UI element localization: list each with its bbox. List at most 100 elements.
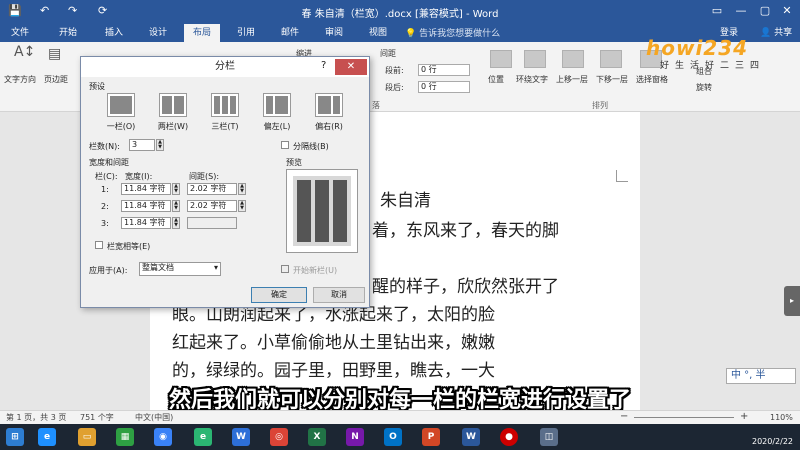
bring-forward-label[interactable]: 上移一层 [556, 74, 588, 85]
preset-right[interactable]: 偏右(R) [309, 93, 349, 132]
equal-width-label: 栏宽相等(E) [107, 242, 151, 251]
tab-view[interactable]: 视图 [360, 24, 396, 42]
wrap-text-icon[interactable] [524, 50, 546, 68]
position-icon[interactable] [490, 50, 512, 68]
wrap-text-label[interactable]: 环绕文字 [516, 74, 548, 85]
dialog-close-button[interactable]: ✕ [335, 59, 367, 75]
tab-review[interactable]: 审阅 [316, 24, 352, 42]
maximize-button[interactable]: ▢ [754, 2, 776, 20]
paragraph-group-label: 落 [372, 101, 380, 110]
preview-label: 预览 [286, 158, 302, 167]
row-1-width-spinner[interactable]: ▲ ▼ [172, 183, 180, 195]
preview-columns [293, 176, 351, 246]
text-direction-icon[interactable]: A↕ [14, 44, 35, 60]
baidu-icon[interactable]: ◉ [154, 428, 172, 446]
num-columns-spinner[interactable]: ▲ ▼ [156, 139, 164, 151]
position-label[interactable]: 位置 [488, 74, 504, 85]
row-2-col: 2: [101, 202, 109, 211]
equal-width-checkbox[interactable] [95, 241, 103, 249]
preset-two-label: 两栏(W) [157, 122, 189, 131]
wps-icon[interactable]: W [232, 428, 250, 446]
brand-logo: howi234 [646, 36, 749, 60]
store-icon[interactable]: ▦ [116, 428, 134, 446]
onenote-icon[interactable]: N [346, 428, 364, 446]
explorer-icon[interactable]: ▭ [78, 428, 96, 446]
margins-icon[interactable]: ▤ [48, 46, 61, 62]
share-button[interactable]: 👤 共享 [760, 24, 792, 42]
tab-layout[interactable]: 布局 [184, 24, 220, 42]
tab-file[interactable]: 文件 [2, 24, 38, 42]
tab-design[interactable]: 设计 [140, 24, 176, 42]
tell-me-text: 告诉我您想要做什么 [419, 29, 501, 39]
rotate-label[interactable]: 旋转 [696, 82, 712, 93]
row-2-spacing-input[interactable]: 2.02 字符 [187, 200, 237, 212]
preset-one-column[interactable]: 一栏(O) [101, 93, 141, 132]
outlook-icon[interactable]: O [384, 428, 402, 446]
close-button[interactable]: ✕ [776, 2, 798, 20]
margins-label[interactable]: 页边距 [44, 74, 68, 85]
ribbon-options-icon[interactable]: ▭ [706, 2, 728, 20]
row-1-width-input[interactable]: 11.84 字符 [121, 183, 171, 195]
window-title: 春 朱自清（栏宽）.docx [兼容模式] - Word [301, 9, 499, 20]
app-icon[interactable]: ◫ [540, 428, 558, 446]
record-icon[interactable]: ● [500, 428, 518, 446]
start-icon[interactable]: ⊞ [6, 428, 24, 446]
zoom-level[interactable]: 110% [770, 411, 793, 425]
tab-insert[interactable]: 插入 [96, 24, 132, 42]
selection-pane-label[interactable]: 选择窗格 [636, 74, 668, 85]
doc-author: 朱自清 [380, 191, 431, 211]
row-3-width-input[interactable]: 11.84 字符 [121, 217, 171, 229]
right-column-icon [315, 93, 343, 117]
before-input[interactable]: 0 行 [418, 64, 470, 76]
ie-green-icon[interactable]: e [194, 428, 212, 446]
cancel-button[interactable]: 取消 [313, 287, 365, 303]
row-2-width-input[interactable]: 11.84 字符 [121, 200, 171, 212]
new-column-checkbox [281, 265, 289, 273]
row-2-spacing-spinner[interactable]: ▲ ▼ [238, 200, 246, 212]
language[interactable]: 中文(中国) [135, 411, 173, 425]
line-between-checkbox[interactable] [281, 141, 289, 149]
row-3-width-spinner[interactable]: ▲ ▼ [172, 217, 180, 229]
text-direction-label[interactable]: 文字方向 [4, 74, 36, 85]
powerpoint-icon[interactable]: P [422, 428, 440, 446]
zoom-out-icon[interactable]: − [620, 410, 628, 424]
word-icon[interactable]: W [462, 428, 480, 446]
chrome-icon[interactable]: ◎ [270, 428, 288, 446]
width-spacing-label: 宽度和间距 [89, 158, 129, 167]
side-panel-toggle[interactable]: ▸ [784, 286, 800, 316]
send-backward-label[interactable]: 下移一层 [596, 74, 628, 85]
preset-three-columns[interactable]: 三栏(T) [205, 93, 245, 132]
ie-icon[interactable]: e [38, 428, 56, 446]
excel-icon[interactable]: X [308, 428, 326, 446]
three-columns-icon [211, 93, 239, 117]
row-1-spacing-spinner[interactable]: ▲ ▼ [238, 183, 246, 195]
doc-line-4: 红起来了。小草偷偷地从土里钻出来，嫩嫩 [172, 333, 495, 353]
num-columns-input[interactable]: 3 [129, 139, 155, 151]
after-input[interactable]: 0 行 [418, 81, 470, 93]
share-label: 共享 [774, 28, 793, 38]
word-count[interactable]: 751 个字 [80, 411, 114, 425]
preset-left[interactable]: 偏左(L) [257, 93, 297, 132]
zoom-in-icon[interactable]: + [740, 410, 748, 424]
row-1-spacing-input[interactable]: 2.02 字符 [187, 183, 237, 195]
doc-line-5: 的，绿绿的。园子里，田野里，瞧去，一大 [172, 361, 495, 381]
tab-home[interactable]: 开始 [50, 24, 86, 42]
bring-forward-icon[interactable] [562, 50, 584, 68]
tab-mailings[interactable]: 邮件 [272, 24, 308, 42]
tell-me-box[interactable]: 💡 告诉我您想要做什么 [405, 26, 500, 39]
minimize-button[interactable]: — [730, 2, 752, 20]
col-header: 栏(C): [95, 172, 118, 181]
apply-to-select[interactable]: 整篇文档 ▾ [139, 262, 221, 276]
ok-button[interactable]: 确定 [251, 287, 307, 303]
preset-one-label: 一栏(O) [106, 122, 136, 131]
row-2-width-spinner[interactable]: ▲ ▼ [172, 200, 180, 212]
preset-two-columns[interactable]: 两栏(W) [153, 93, 193, 132]
zoom-slider[interactable] [634, 417, 734, 418]
page-count[interactable]: 第 1 页，共 3 页 [6, 411, 66, 425]
new-column-label: 开始新栏(U) [293, 266, 338, 275]
tab-references[interactable]: 引用 [228, 24, 264, 42]
send-backward-icon[interactable] [600, 50, 622, 68]
spacing-label: 间距 [380, 49, 396, 58]
help-icon[interactable]: ? [321, 60, 326, 71]
chevron-down-icon: ▾ [213, 263, 218, 272]
